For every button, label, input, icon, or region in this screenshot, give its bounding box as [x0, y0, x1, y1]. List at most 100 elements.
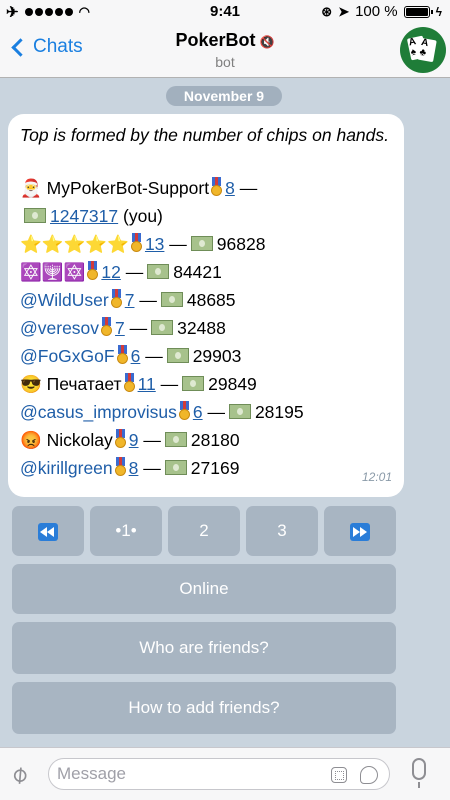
leaderboard-row: @veresov 7 — 32488: [20, 314, 392, 342]
chips-link[interactable]: 1247317: [50, 206, 118, 226]
dash: —: [125, 262, 144, 282]
player-mention[interactable]: @veresov: [20, 318, 99, 338]
battery-percent: 100 %: [355, 3, 398, 20]
player-mention[interactable]: @FoGxGoF: [20, 346, 115, 366]
page-3-button[interactable]: 3: [246, 506, 318, 556]
player-name: 🔯🕎🔯: [20, 262, 86, 282]
online-button[interactable]: Online: [12, 564, 396, 614]
chips-value: 28195: [254, 402, 304, 422]
chat-subtitle: bot: [215, 54, 235, 70]
player-name: 😡 Nickolay: [20, 430, 113, 450]
player-name: ⭐⭐⭐⭐⭐: [20, 234, 129, 254]
last-page-button[interactable]: [324, 506, 396, 556]
rank-link[interactable]: 6: [131, 346, 141, 366]
status-bar: ✈ ◠ 9:41 ⊛ ➤ 100 % ϟ: [0, 0, 450, 24]
dash: —: [207, 402, 225, 422]
dash: —: [129, 318, 148, 338]
leaderboard-row: ⭐⭐⭐⭐⭐ 13 — 96828: [20, 230, 392, 258]
player-mention[interactable]: @WildUser: [20, 290, 109, 310]
nav-bar: Chats PokerBot 🔇 bot A ♠ A ♣: [0, 24, 450, 78]
rewind-icon: [38, 522, 58, 541]
leaderboard-row-continued: 1247317 (you): [20, 202, 392, 230]
fast-forward-icon: [350, 522, 370, 541]
money-icon: [147, 264, 170, 279]
battery-icon: [403, 5, 433, 18]
leaderboard-row: @FoGxGoF 6 — 29903: [20, 342, 392, 370]
page-2-button[interactable]: 2: [168, 506, 240, 556]
player-mention[interactable]: @kirillgreen: [20, 458, 113, 478]
chips-value: 84421: [173, 262, 222, 282]
message-bubble: Top is formed by the number of chips on …: [8, 114, 404, 497]
money-icon: [24, 208, 46, 223]
medal-icon: [114, 429, 126, 449]
chips-value: 48685: [186, 290, 236, 310]
leaderboard-row: 😡 Nickolay 9 — 28180: [20, 426, 392, 454]
message-time: 12:01: [361, 470, 392, 484]
chips-value: 28180: [190, 430, 240, 450]
rank-link[interactable]: 8: [225, 178, 235, 198]
player-name: 😎 Печатает: [20, 374, 122, 394]
medal-icon: [178, 401, 190, 421]
chips-value: 29849: [208, 374, 257, 394]
rank-link[interactable]: 9: [129, 430, 139, 450]
rotation-lock-icon: ⊛: [321, 3, 333, 19]
dash: —: [239, 178, 258, 198]
rank-link[interactable]: 7: [125, 290, 135, 310]
chips-value: 29903: [192, 346, 242, 366]
leaderboard-row: 🎅 MyPokerBot-Support 8 —: [20, 174, 392, 202]
money-icon: [160, 292, 183, 307]
money-icon: [166, 348, 189, 363]
dash: —: [139, 290, 157, 310]
leaderboard-row: @WildUser 7 — 48685: [20, 286, 392, 314]
chips-value: 96828: [216, 234, 266, 254]
rank-link[interactable]: 7: [115, 318, 125, 338]
player-mention[interactable]: @casus_improvisus: [20, 402, 177, 422]
leaderboard-row: @kirillgreen 8 — 27169: [20, 454, 392, 482]
rank-link[interactable]: 12: [101, 262, 120, 282]
money-icon: [228, 404, 251, 419]
money-icon: [164, 460, 187, 475]
medal-icon: [110, 289, 122, 309]
medal-icon: [101, 317, 113, 337]
status-right: ⊛ ➤ 100 % ϟ: [321, 3, 442, 20]
date-separator: November 9: [166, 86, 282, 106]
chips-value: 32488: [177, 318, 226, 338]
chips-value: 27169: [190, 458, 240, 478]
input-bar: ⌀: [0, 747, 450, 800]
rank-link[interactable]: 13: [145, 234, 164, 254]
medal-icon: [87, 261, 99, 281]
bot-avatar[interactable]: A ♠ A ♣: [400, 27, 446, 73]
charging-icon: ϟ: [435, 4, 442, 19]
bot-keyboard-icon[interactable]: [331, 767, 347, 783]
first-page-button[interactable]: [12, 506, 84, 556]
rank-link[interactable]: 8: [129, 458, 139, 478]
attach-icon[interactable]: ⌀: [4, 759, 34, 791]
you-label: (you): [123, 206, 163, 226]
money-icon: [190, 236, 213, 251]
medal-icon: [211, 177, 223, 197]
money-icon: [182, 376, 205, 391]
leaderboard-row: @casus_improvisus 6 — 28195: [20, 398, 392, 426]
dash: —: [143, 458, 161, 478]
microphone-icon[interactable]: [412, 758, 426, 788]
who-are-friends-button[interactable]: Who are friends?: [12, 622, 396, 674]
rank-link[interactable]: 6: [193, 402, 203, 422]
page-1-button[interactable]: •1•: [90, 506, 162, 556]
sticker-icon[interactable]: [360, 766, 378, 784]
medal-icon: [114, 457, 126, 477]
rank-link[interactable]: 11: [138, 374, 156, 394]
player-name: 🎅 MyPokerBot-Support: [20, 178, 210, 198]
dash: —: [160, 374, 179, 394]
chat-title-row[interactable]: PokerBot 🔇: [0, 30, 450, 51]
medal-icon: [130, 233, 142, 253]
dash: —: [145, 346, 163, 366]
money-icon: [164, 432, 187, 447]
dash: —: [169, 234, 187, 254]
location-icon: ➤: [338, 3, 350, 19]
leaderboard-row: 🔯🕎🔯 12 — 84421: [20, 258, 392, 286]
leaderboard-row: 😎 Печатает 11 — 29849: [20, 370, 392, 398]
dash: —: [143, 430, 161, 450]
how-to-add-friends-button[interactable]: How to add friends?: [12, 682, 396, 734]
chat-title: PokerBot: [175, 30, 256, 50]
money-icon: [151, 320, 174, 335]
